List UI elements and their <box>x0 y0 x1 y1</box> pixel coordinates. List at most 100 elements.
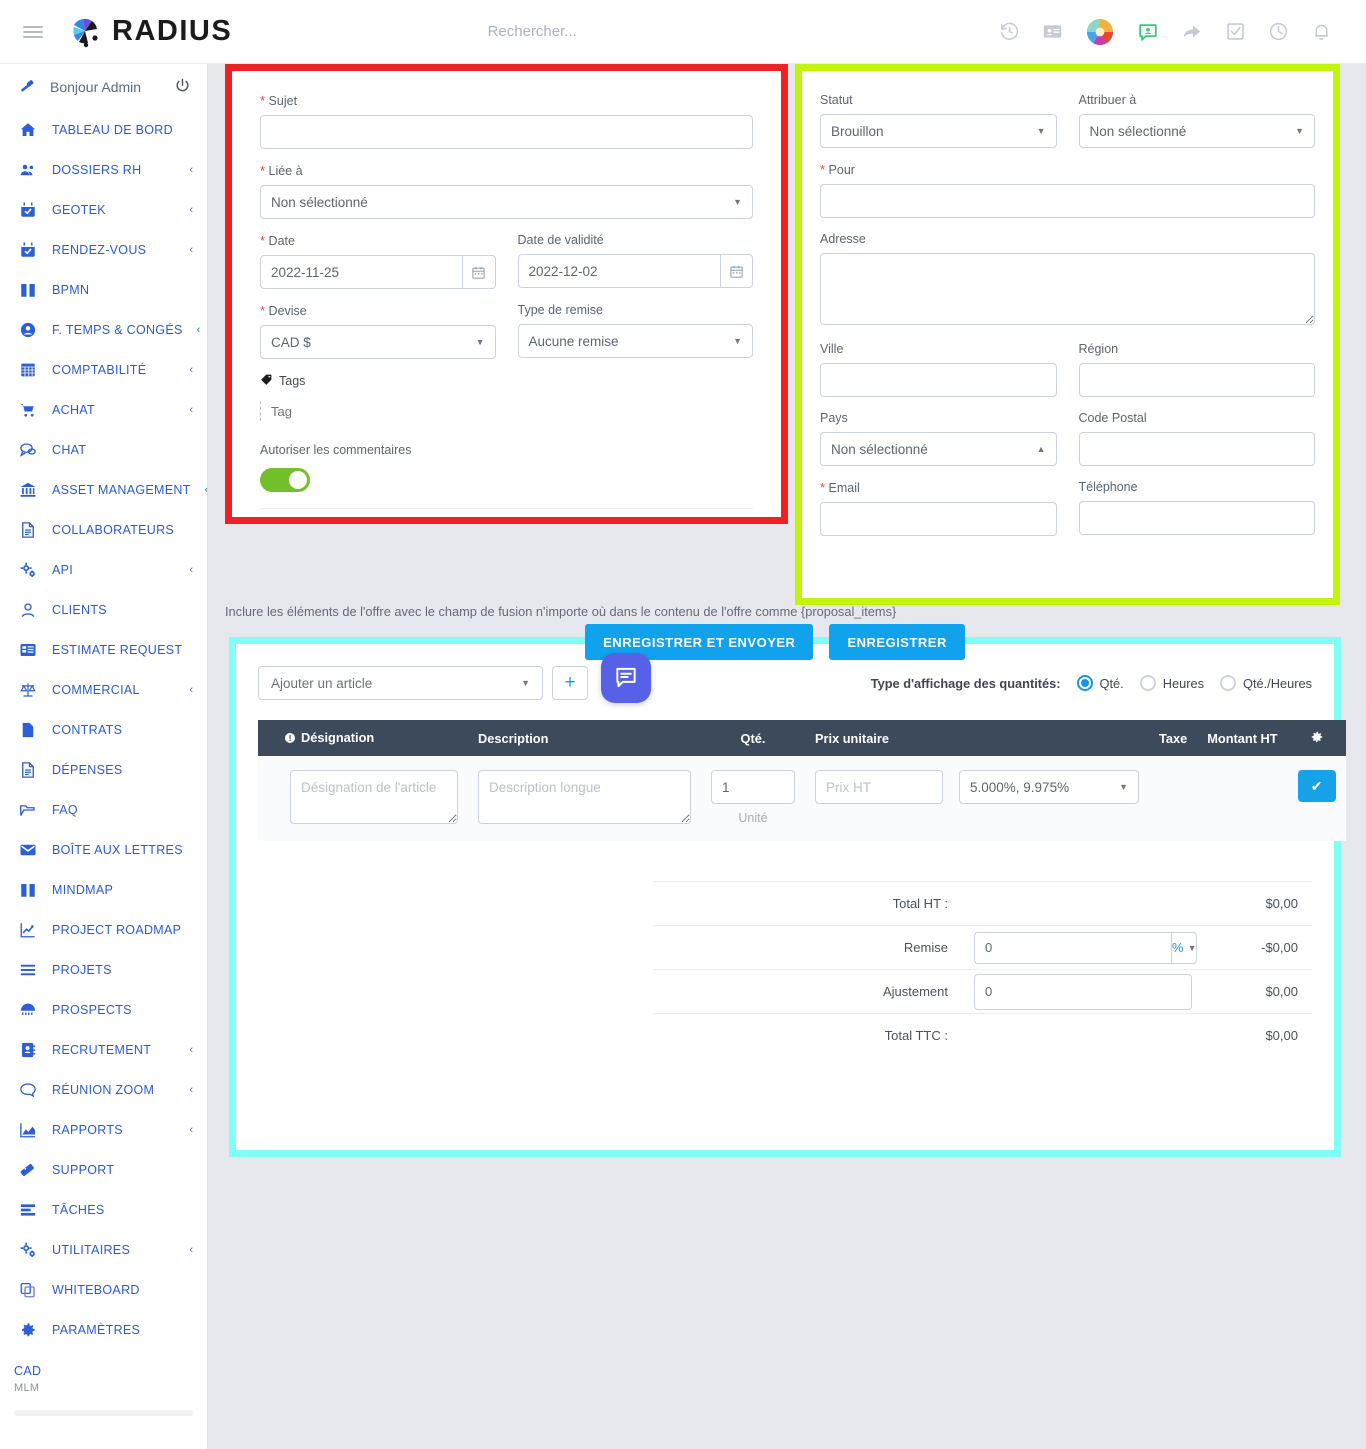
sidebar-item-rendez-vous[interactable]: RENDEZ-VOUS ‹ <box>0 230 207 270</box>
sidebar-footer-line2[interactable]: MLM <box>14 1382 207 1394</box>
sidebar-item-projets[interactable]: PROJETS <box>0 950 207 990</box>
description-input[interactable] <box>478 770 691 825</box>
sidebar-item-mindmap[interactable]: MINDMAP <box>0 870 207 910</box>
calendar-icon[interactable] <box>720 254 753 288</box>
sidebar-item-prospects[interactable]: PROSPECTS <box>0 990 207 1030</box>
telephone-input[interactable] <box>1078 501 1315 535</box>
pays-select[interactable]: Non sélectionné ▲ <box>820 432 1057 466</box>
globe-icon[interactable] <box>1085 17 1115 47</box>
share-arrow-icon[interactable] <box>1181 21 1203 43</box>
sidebar-item-geotek[interactable]: GEOTEK ‹ <box>0 190 207 230</box>
commentaires-toggle[interactable] <box>260 468 310 492</box>
sidebar-item-tableau-de-bord[interactable]: TABLEAU DE BORD <box>0 110 207 150</box>
chevron-left-icon[interactable]: ‹ <box>189 564 193 576</box>
sidebar-item-api[interactable]: API ‹ <box>0 550 207 590</box>
attribuer-a-select[interactable]: Non sélectionné ▼ <box>1078 114 1315 148</box>
history-icon[interactable] <box>999 21 1020 42</box>
contact-card-icon[interactable] <box>1042 21 1063 42</box>
price-input[interactable] <box>815 770 943 804</box>
sidebar-item-dossiers-rh[interactable]: DOSSIERS RH ‹ <box>0 150 207 190</box>
chevron-left-icon[interactable]: ‹ <box>189 1044 193 1056</box>
chat-user-icon[interactable] <box>1137 21 1159 43</box>
chevron-left-icon[interactable]: ‹ <box>205 484 207 496</box>
liee-a-select[interactable]: Non sélectionné ▼ <box>260 185 753 219</box>
confirm-item-button[interactable]: ✔ <box>1297 770 1336 802</box>
chevron-left-icon[interactable]: ‹ <box>189 164 193 176</box>
label-code-postal: Code Postal <box>1078 411 1147 425</box>
sidebar-item-d-penses[interactable]: DÉPENSES <box>0 750 207 790</box>
radio-qte-heures[interactable]: Qté./Heures <box>1220 675 1312 691</box>
sidebar-item-bpmn[interactable]: BPMN <box>0 270 207 310</box>
date-validite-input[interactable] <box>517 254 721 288</box>
sidebar-item-commercial[interactable]: COMMERCIAL ‹ <box>0 670 207 710</box>
sidebar-item-achat[interactable]: ACHAT ‹ <box>0 390 207 430</box>
email-input[interactable] <box>820 502 1057 536</box>
sidebar-item-project-roadmap[interactable]: PROJECT ROADMAP <box>0 910 207 950</box>
radio-qte[interactable]: Qté. <box>1076 675 1124 691</box>
gear-icon[interactable] <box>1310 731 1324 747</box>
chevron-left-icon[interactable]: ‹ <box>189 1244 193 1256</box>
sidebar-item-recrutement[interactable]: RECRUTEMENT ‹ <box>0 1030 207 1070</box>
qty-input[interactable] <box>711 770 795 804</box>
tax-select[interactable]: 5.000%, 9.975% ▼ <box>959 770 1139 804</box>
clock-icon[interactable] <box>1268 21 1289 42</box>
sidebar-item-param-tres[interactable]: PARAMÈTRES <box>0 1310 207 1350</box>
sidebar-item-collaborateurs[interactable]: COLLABORATEURS <box>0 510 207 550</box>
sidebar-item-faq[interactable]: FAQ <box>0 790 207 830</box>
devise-select[interactable]: CAD $ ▼ <box>260 325 496 359</box>
region-input[interactable] <box>1078 363 1315 397</box>
chevron-left-icon[interactable]: ‹ <box>189 684 193 696</box>
sidebar-item-rapports[interactable]: RAPPORTS ‹ <box>0 1110 207 1150</box>
radio-heures[interactable]: Heures <box>1139 675 1204 691</box>
sidebar-item-f-temps-cong-s[interactable]: F. TEMPS & CONGÉS ‹ <box>0 310 207 350</box>
chevron-left-icon[interactable]: ‹ <box>189 1084 193 1096</box>
sidebar-item-r-union-zoom[interactable]: RÉUNION ZOOM ‹ <box>0 1070 207 1110</box>
sidebar-item-comptabilit[interactable]: COMPTABILITÉ ‹ <box>0 350 207 390</box>
sidebar-item-chat[interactable]: CHAT <box>0 430 207 470</box>
col-settings[interactable] <box>1287 720 1346 756</box>
sujet-input[interactable] <box>260 115 753 149</box>
adresse-textarea[interactable] <box>820 253 1315 325</box>
sidebar-item-contrats[interactable]: CONTRATS <box>0 710 207 750</box>
sidebar-item-asset-management[interactable]: ASSET MANAGEMENT ‹ <box>0 470 207 510</box>
chevron-left-icon[interactable]: ‹ <box>189 404 193 416</box>
chat-fab-button[interactable] <box>601 653 651 703</box>
search-input[interactable] <box>485 22 746 41</box>
sidebar-item-support[interactable]: SUPPORT <box>0 1150 207 1190</box>
brand-logo[interactable]: RADIUS <box>64 11 232 53</box>
remise-input[interactable] <box>974 931 1171 964</box>
save-button[interactable]: ENREGISTRER <box>829 624 965 660</box>
code-postal-input[interactable] <box>1078 432 1315 466</box>
checkbox-icon[interactable] <box>1225 21 1246 42</box>
ajustement-input[interactable] <box>974 973 1192 1010</box>
chevron-left-icon[interactable]: ‹ <box>189 364 193 376</box>
sidebar-item-clients[interactable]: CLIENTS <box>0 590 207 630</box>
sidebar-footer-line1[interactable]: CAD <box>14 1364 207 1378</box>
sidebar-item-estimate-request[interactable]: ESTIMATE REQUEST <box>0 630 207 670</box>
bell-icon[interactable] <box>1311 21 1332 42</box>
add-article-select[interactable]: Ajouter un article ▼ <box>258 666 543 700</box>
label-adresse: Adresse <box>820 232 866 246</box>
menu-toggle-icon[interactable] <box>10 25 56 38</box>
sidebar-item-utilitaires[interactable]: UTILITAIRES ‹ <box>0 1230 207 1270</box>
sidebar-item-bo-te-aux-lettres[interactable]: BOÎTE AUX LETTRES <box>0 830 207 870</box>
calendar-icon[interactable] <box>463 255 496 289</box>
designation-input[interactable] <box>290 770 458 825</box>
chevron-left-icon[interactable]: ‹ <box>189 1124 193 1136</box>
sidebar-item-whiteboard[interactable]: WHITEBOARD <box>0 1270 207 1310</box>
chevron-down-icon: ▼ <box>1295 126 1304 136</box>
chevron-left-icon[interactable]: ‹ <box>189 244 193 256</box>
pour-input[interactable] <box>820 184 1315 218</box>
add-item-button[interactable]: + <box>552 666 588 700</box>
statut-select[interactable]: Brouillon ▼ <box>820 114 1057 148</box>
power-icon[interactable] <box>174 77 191 97</box>
chevron-left-icon[interactable]: ‹ <box>197 324 201 336</box>
tag-input[interactable] <box>260 401 440 421</box>
sidebar-item-label: DÉPENSES <box>52 763 123 777</box>
type-remise-select[interactable]: Aucune remise ▼ <box>517 324 753 358</box>
global-search[interactable] <box>232 22 999 41</box>
date-input[interactable] <box>260 255 464 289</box>
sidebar-item-t-ches[interactable]: TÂCHES <box>0 1190 207 1230</box>
chevron-left-icon[interactable]: ‹ <box>189 204 193 216</box>
ville-input[interactable] <box>820 363 1057 397</box>
